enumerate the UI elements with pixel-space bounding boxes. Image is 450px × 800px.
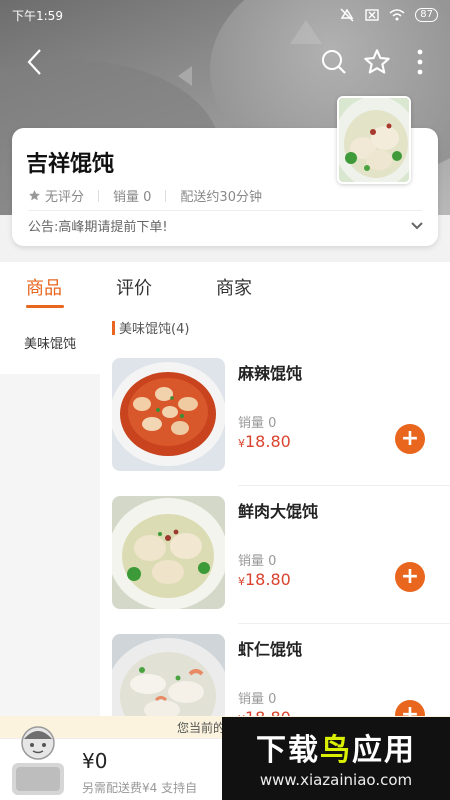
plus-icon: + xyxy=(400,564,420,589)
more-vertical-icon xyxy=(417,49,423,75)
sim-off-icon xyxy=(365,9,379,21)
item-sales: 销量 0 xyxy=(238,692,277,707)
item-sales: 销量 0 xyxy=(238,416,277,431)
item-price: ¥18.80 xyxy=(238,432,291,451)
shop-meta: 无评分 销量 0 配送约30分钟 xyxy=(28,186,262,205)
menu-item[interactable]: 麻辣馄饨 销量 0 ¥18.80 + xyxy=(100,348,450,486)
item-name: 麻辣馄饨 xyxy=(238,364,303,383)
star-rating-icon xyxy=(29,190,40,201)
shop-logo-image xyxy=(337,96,411,184)
mute-icon xyxy=(340,8,354,22)
category-label: 美味馄饨 xyxy=(23,336,76,352)
shop-delivery-time: 配送约30分钟 xyxy=(180,190,262,205)
watermark-url: www.xiazainiao.com xyxy=(259,771,413,789)
item-name: 鲜肉大馄饨 xyxy=(238,502,319,521)
item-name: 虾仁馄饨 xyxy=(238,640,303,659)
menu-section-header: 美味馄饨(4) xyxy=(112,318,189,337)
tab-products[interactable]: 商品 xyxy=(26,274,62,300)
star-icon xyxy=(364,49,390,74)
back-arrow-icon xyxy=(27,49,41,75)
watermark-title: 下载鸟应用 xyxy=(256,733,416,768)
active-tab-indicator xyxy=(26,305,64,308)
shop-name: 吉祥馄饨 xyxy=(26,152,115,177)
expand-notice-button[interactable] xyxy=(410,216,424,235)
tab-reviews[interactable]: 评价 xyxy=(116,274,152,300)
status-bar: 下午1:59 87 xyxy=(0,0,450,30)
item-sales: 销量 0 xyxy=(238,554,277,569)
back-button[interactable] xyxy=(14,42,54,82)
shop-rating: 无评分 xyxy=(45,190,85,205)
tab-bar: 商品 评价 商家 xyxy=(0,262,450,310)
favorite-button[interactable] xyxy=(357,42,397,82)
wifi-icon xyxy=(389,9,405,21)
shop-notice[interactable]: 公告:高峰期请提前下单! xyxy=(28,216,168,235)
cart-mascot-icon[interactable] xyxy=(10,719,66,797)
menu-section-title: 美味馄饨(4) xyxy=(119,322,190,337)
battery-indicator: 87 xyxy=(415,8,438,22)
item-price: ¥18.80 xyxy=(238,570,291,589)
status-time: 下午1:59 xyxy=(12,8,63,23)
delivery-fee-note: 另需配送费¥4 支持自 xyxy=(82,781,198,795)
category-item-wonton[interactable]: 美味馄饨 xyxy=(0,310,100,374)
chevron-down-icon xyxy=(411,222,423,230)
cart-total: ¥0 xyxy=(82,749,108,773)
search-icon xyxy=(322,50,346,74)
search-button[interactable] xyxy=(314,42,354,82)
menu-item[interactable]: 鲜肉大馄饨 销量 0 ¥18.80 + xyxy=(100,486,450,624)
plus-icon: + xyxy=(400,426,420,451)
nav-bar xyxy=(0,42,450,82)
site-watermark: 下载鸟应用 www.xiazainiao.com xyxy=(222,717,450,800)
tab-merchant[interactable]: 商家 xyxy=(216,274,252,300)
shop-sales: 销量 0 xyxy=(113,190,152,205)
add-to-cart-button[interactable]: + xyxy=(395,424,425,454)
food-image xyxy=(112,358,225,471)
food-image xyxy=(112,496,225,609)
more-button[interactable] xyxy=(400,42,440,82)
add-to-cart-button[interactable]: + xyxy=(395,562,425,592)
